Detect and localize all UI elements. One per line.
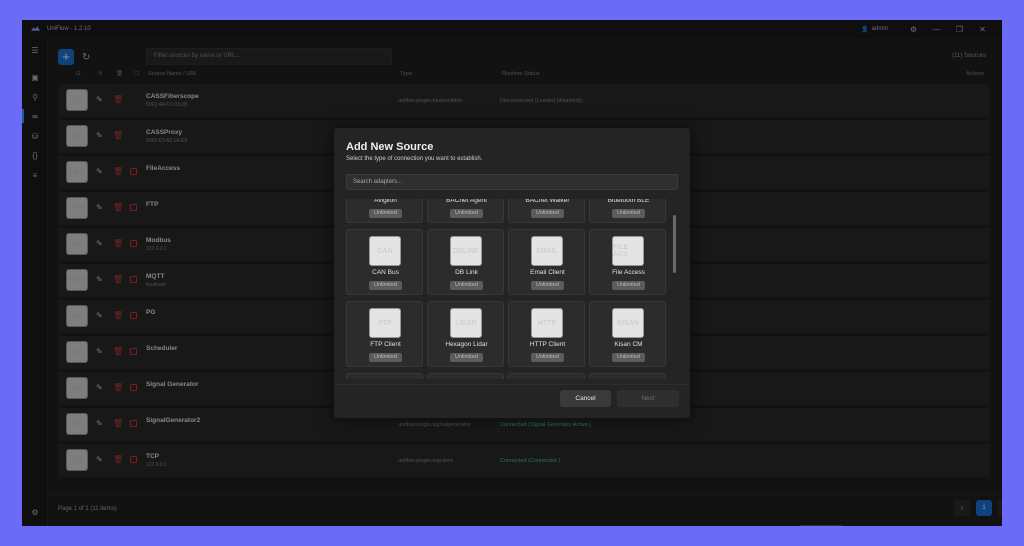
license-badge: Unlimited — [369, 353, 402, 362]
adapter-grid: AVIGILONAvigilonUnlimitedAGENTBACnet Age… — [346, 199, 672, 379]
adapter-tile[interactable]: WALKERBACnet WalkerUnlimited — [508, 199, 585, 223]
license-badge: Unlimited — [531, 353, 564, 362]
adapter-tile[interactable]: DBLINK DB Link Unlimited — [427, 229, 504, 295]
license-badge: Unlimited — [531, 209, 564, 218]
license-badge: Unlimited — [612, 209, 645, 218]
add-source-dialog: Add New Source Select the type of connec… — [334, 128, 690, 418]
license-badge: Unlimited — [531, 281, 564, 290]
adapter-search-input[interactable]: Search adapters... — [346, 174, 678, 190]
app-window: UniFlow - 1.2.10 👤 admin ⚙ — ❐ ✕ ☰ ▣ ⚲ ∞… — [22, 20, 1002, 526]
dialog-title: Add New Source — [346, 141, 434, 153]
license-badge: Unlimited — [369, 209, 402, 218]
license-badge: Unlimited — [612, 281, 645, 290]
adapter-icon: LIDAR — [450, 308, 482, 338]
adapter-tile[interactable] — [508, 373, 585, 379]
adapter-tile[interactable]: KISAN Kisan CM Unlimited — [589, 301, 666, 367]
adapter-tile[interactable]: FILE ACS File Access Unlimited — [589, 229, 666, 295]
adapter-name: Kisan CM — [614, 341, 643, 348]
adapter-name: File Access — [612, 269, 645, 276]
adapter-tile[interactable]: EMAIL Email Client Unlimited — [508, 229, 585, 295]
next-button[interactable]: Next — [617, 390, 679, 407]
dialog-subtitle: Select the type of connection you want t… — [346, 156, 483, 162]
adapter-name: CAN Bus — [372, 269, 399, 276]
adapter-name: BACnet Agent — [446, 199, 487, 204]
adapter-name: Avigilon — [374, 199, 397, 204]
license-badge: Unlimited — [612, 353, 645, 362]
adapter-icon: HTTP — [531, 308, 563, 338]
adapter-icon: KISAN — [612, 308, 644, 338]
license-badge: Unlimited — [450, 281, 483, 290]
adapter-icon: CAN — [369, 236, 401, 266]
adapter-tile[interactable]: LIDAR Hexagon Lidar Unlimited — [427, 301, 504, 367]
adapter-name: FTP Client — [370, 341, 401, 348]
adapter-tile[interactable]: CAN CAN Bus Unlimited — [346, 229, 423, 295]
adapter-tile[interactable]: HTTP HTTP Client Unlimited — [508, 301, 585, 367]
adapter-tile[interactable]: AVIGILONAvigilonUnlimited — [346, 199, 423, 223]
adapter-tile[interactable] — [346, 373, 423, 379]
adapter-icon: DBLINK — [450, 236, 482, 266]
adapter-name: HTTP Client — [529, 341, 566, 348]
adapter-name: DB Link — [455, 269, 478, 276]
license-badge: Unlimited — [450, 353, 483, 362]
adapter-icon: FILE ACS — [612, 236, 644, 266]
adapter-tile[interactable]: BLUETOOTHBluetooth BLEUnlimited — [589, 199, 666, 223]
adapter-name: Hexagon Lidar — [445, 341, 488, 348]
adapter-name: Email Client — [530, 269, 565, 276]
adapter-name: BACnet Walker — [525, 199, 570, 204]
adapter-tile[interactable] — [427, 373, 504, 379]
cancel-button[interactable]: Cancel — [560, 390, 611, 407]
adapter-scrollbar[interactable] — [673, 215, 676, 273]
adapter-tile[interactable]: AGENTBACnet AgentUnlimited — [427, 199, 504, 223]
adapter-tile[interactable] — [589, 373, 666, 379]
dialog-divider — [334, 384, 690, 385]
adapter-name: Bluetooth BLE — [607, 199, 650, 204]
adapter-icon: FTP — [369, 308, 401, 338]
adapter-icon: EMAIL — [531, 236, 563, 266]
adapter-tile[interactable]: FTP FTP Client Unlimited — [346, 301, 423, 367]
license-badge: Unlimited — [450, 209, 483, 218]
license-badge: Unlimited — [369, 281, 402, 290]
